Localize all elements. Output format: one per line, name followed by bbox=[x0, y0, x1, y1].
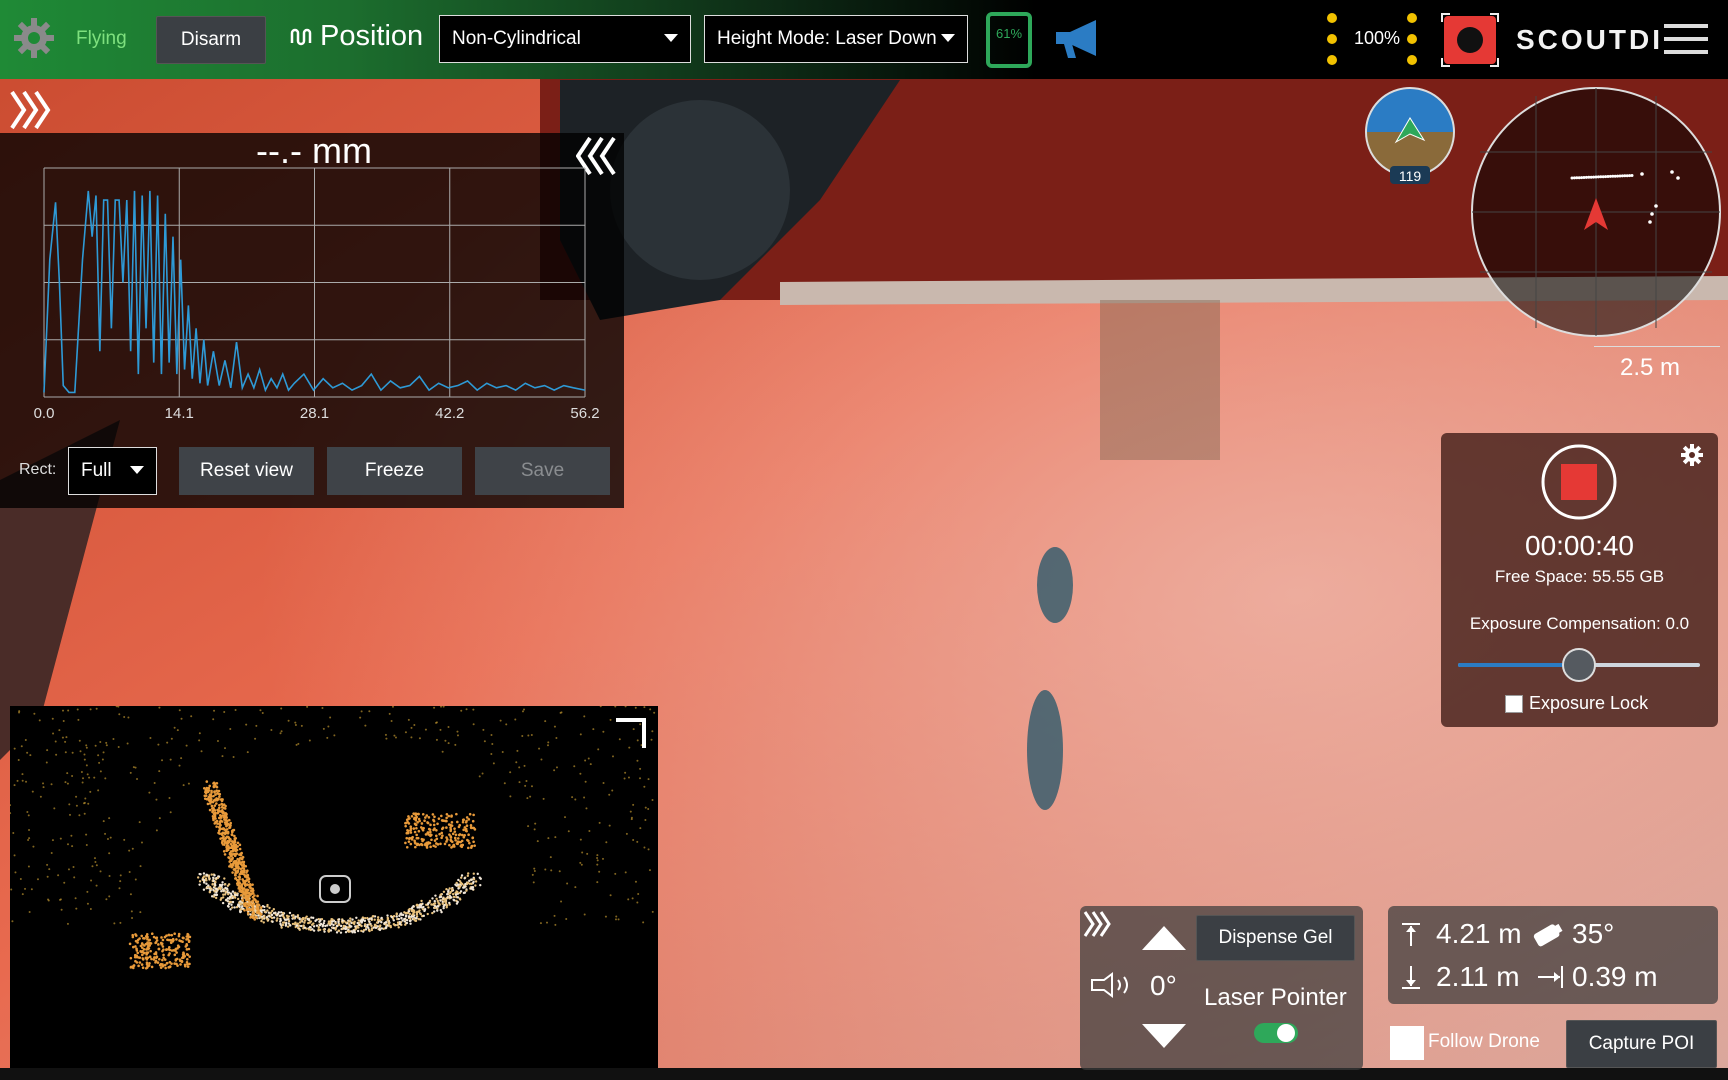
rect-select[interactable]: Full bbox=[68, 447, 157, 495]
record-icon[interactable] bbox=[1440, 12, 1500, 68]
distance-forward: 0.39 m bbox=[1572, 961, 1658, 992]
heading-value: 119 bbox=[1398, 168, 1422, 184]
capture-poi-button[interactable]: Capture POI bbox=[1566, 1020, 1717, 1068]
x-tick-label: 14.1 bbox=[165, 405, 194, 422]
distance-up: 4.21 m bbox=[1436, 918, 1522, 949]
x-tick-label: 28.1 bbox=[300, 405, 329, 422]
mode-select[interactable]: Non-Cylindrical bbox=[439, 15, 691, 63]
chevron-down-icon bbox=[941, 34, 955, 42]
distance-down-icon bbox=[1402, 966, 1420, 989]
exposure-label: Exposure Compensation: 0.0 bbox=[1469, 614, 1690, 633]
expand-chevrons-icon[interactable] bbox=[8, 88, 52, 132]
distance-down: 2.11 m bbox=[1436, 961, 1520, 992]
laser-tilt-icon bbox=[1091, 972, 1128, 998]
x-tick-label: 0.0 bbox=[34, 405, 55, 422]
scale-bar bbox=[1594, 346, 1720, 347]
exposure-lock-label: Exposure Lock bbox=[1529, 693, 1649, 713]
freeze-button[interactable]: Freeze bbox=[327, 447, 462, 495]
height-mode-select[interactable]: Height Mode: Laser Down bbox=[704, 15, 968, 63]
follow-drone-label: Follow Drone bbox=[1428, 1031, 1540, 1052]
brightness-value: 100% bbox=[1354, 28, 1401, 48]
phone-battery-value: 61% bbox=[995, 26, 1023, 41]
chevron-down-icon bbox=[664, 34, 678, 42]
distance-forward-icon bbox=[1538, 966, 1563, 988]
expand-corner-icon[interactable] bbox=[614, 716, 648, 750]
distance-up-icon bbox=[1402, 923, 1420, 946]
tilt-down-button[interactable] bbox=[1140, 1022, 1188, 1050]
tilt-up-button[interactable] bbox=[1140, 924, 1188, 952]
laser-pointer-label: Laser Pointer bbox=[1204, 984, 1347, 1011]
phone-battery-icon: 61% bbox=[986, 12, 1032, 68]
stop-record-button[interactable] bbox=[1541, 444, 1617, 520]
flight-mode[interactable]: Position bbox=[290, 20, 423, 53]
x-tick-label: 56.2 bbox=[570, 405, 599, 422]
point-cloud-points bbox=[10, 706, 656, 970]
scoutdi-logo: SCOUTDI bbox=[1516, 24, 1663, 55]
save-button[interactable]: Save bbox=[475, 447, 610, 495]
exposure-lock[interactable]: Exposure Lock bbox=[1505, 693, 1648, 714]
point-cloud-view[interactable] bbox=[10, 706, 658, 1068]
profile-chart: 0.0 14.1 28.1 42.2 56.2 bbox=[34, 167, 600, 422]
flight-mode-label: Position bbox=[320, 20, 424, 52]
megaphone-icon[interactable] bbox=[1052, 16, 1102, 62]
scale-label: 2.5 m bbox=[1620, 354, 1681, 381]
mode-select-value: Non-Cylindrical bbox=[452, 28, 581, 49]
free-space: Free Space: 55.55 GB bbox=[1494, 567, 1665, 586]
dispense-gel-button[interactable]: Dispense Gel bbox=[1196, 915, 1355, 961]
reset-view-button[interactable]: Reset view bbox=[179, 447, 314, 495]
rect-label: Rect: bbox=[19, 461, 57, 478]
exposure-slider[interactable] bbox=[1458, 648, 1700, 682]
height-mode-value: Height Mode: Laser Down bbox=[717, 28, 937, 49]
tilt-angle-value: 35° bbox=[1572, 918, 1615, 949]
chart-grid bbox=[43, 167, 586, 398]
expand-chevrons-icon[interactable] bbox=[1082, 908, 1114, 940]
laser-pointer-toggle[interactable] bbox=[1254, 1021, 1298, 1045]
disarm-button[interactable]: Disarm bbox=[156, 16, 266, 64]
wave-icon bbox=[290, 28, 312, 45]
minimap[interactable] bbox=[1470, 86, 1722, 338]
exposure-lock-checkbox[interactable] bbox=[1505, 694, 1523, 713]
flight-status: Flying bbox=[76, 28, 127, 49]
menu-icon[interactable] bbox=[1664, 22, 1708, 56]
tilt-sensor-icon bbox=[1533, 923, 1563, 947]
rect-select-value: Full bbox=[81, 460, 112, 481]
drone-icon bbox=[319, 875, 351, 903]
gear-icon[interactable] bbox=[12, 16, 56, 60]
x-tick-label: 42.2 bbox=[435, 405, 464, 422]
chevron-down-icon bbox=[130, 466, 144, 474]
tilt-angle: 0° bbox=[1150, 970, 1177, 1001]
follow-drone-checkbox[interactable] bbox=[1390, 1026, 1424, 1060]
recording-time: 00:00:40 bbox=[1525, 530, 1634, 561]
settings-gear-icon[interactable] bbox=[1681, 444, 1703, 466]
